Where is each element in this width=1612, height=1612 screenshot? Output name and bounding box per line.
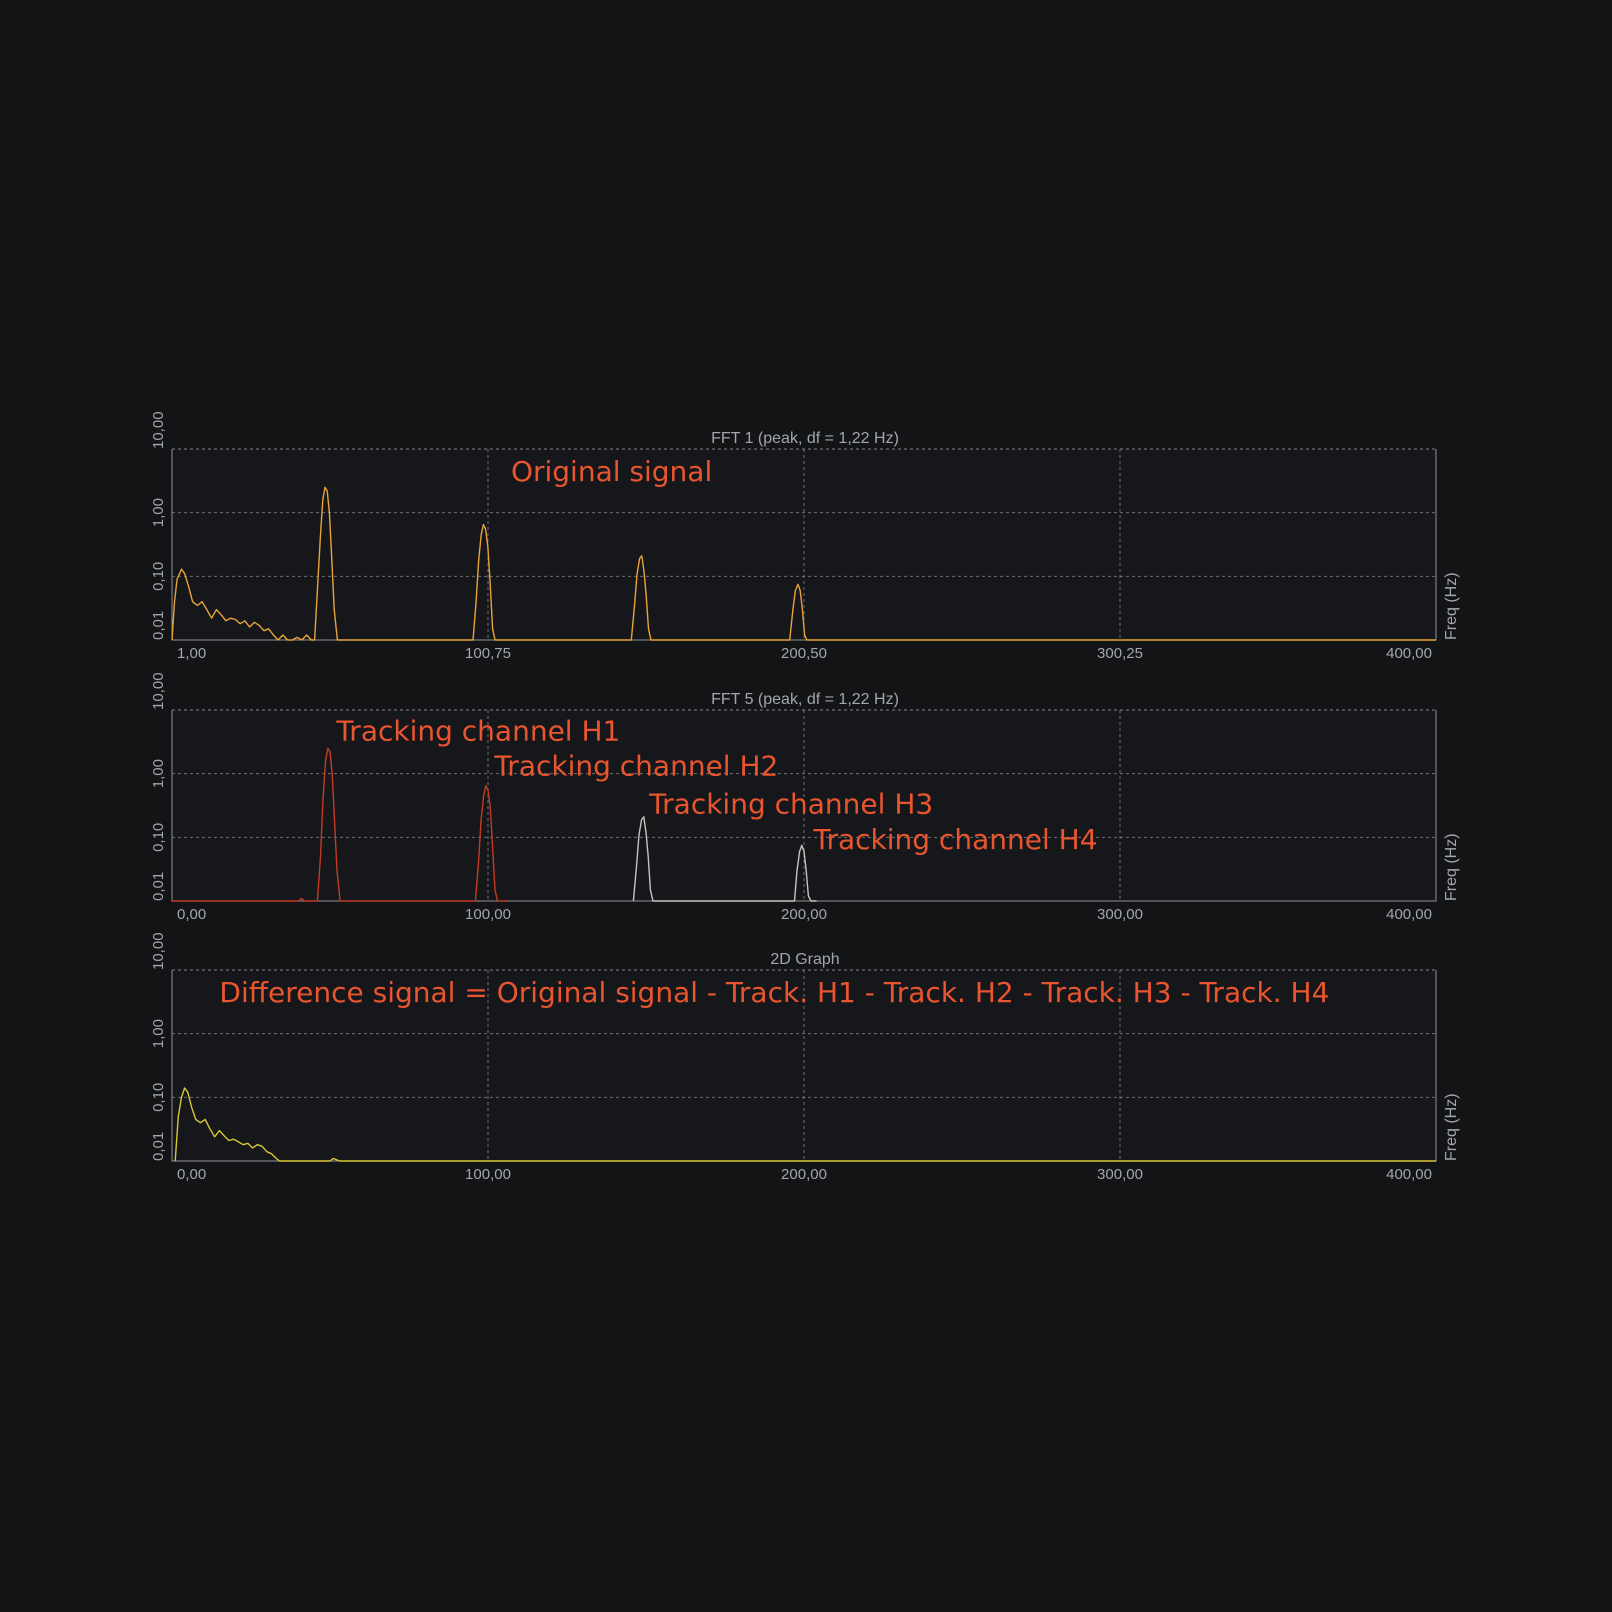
y-tick-label: 0,10 bbox=[150, 1083, 167, 1112]
charts-canvas: FFT 1 (peak, df = 1,22 Hz) 0,01 0,10 1,00 10… bbox=[150, 411, 1460, 1183]
y-tick-label: 1,00 bbox=[150, 759, 167, 788]
x-tick-label: 100,00 bbox=[465, 906, 511, 923]
chart-title: FFT 5 (peak, df = 1,22 Hz) bbox=[711, 691, 899, 708]
x-tick-label: 1,00 bbox=[177, 645, 206, 662]
x-tick-label: 0,00 bbox=[177, 906, 206, 923]
x-tick-label: 300,00 bbox=[1097, 906, 1143, 923]
annotation-label: Tracking channel H4 bbox=[812, 823, 1097, 856]
y-tick-label: 10,00 bbox=[150, 411, 167, 449]
x-tick-label: 400,00 bbox=[1386, 906, 1432, 923]
y-tick-label: 0,01 bbox=[150, 611, 167, 640]
x-tick-label: 200,50 bbox=[781, 645, 827, 662]
chart-panel-1: FFT 1 (peak, df = 1,22 Hz) 0,01 0,10 1,00 10… bbox=[150, 411, 1460, 662]
x-tick-label: 200,00 bbox=[781, 1166, 827, 1183]
chart-title: 2D Graph bbox=[770, 951, 839, 968]
x-tick-label: 400,00 bbox=[1386, 1166, 1432, 1183]
annotation-label: Original signal bbox=[511, 455, 712, 488]
x-tick-label: 200,00 bbox=[781, 906, 827, 923]
x-tick-label: 100,00 bbox=[465, 1166, 511, 1183]
y-tick-label: 0,01 bbox=[150, 1132, 167, 1161]
y-tick-label: 0,01 bbox=[150, 872, 167, 901]
chart-panel-3: 2D Graph 0,01 0,10 1,00 10,00 0,00 100,00 200,0… bbox=[150, 932, 1460, 1183]
x-tick-label: 100,75 bbox=[465, 645, 511, 662]
annotation-label: Difference signal = Original signal - Tr… bbox=[219, 976, 1329, 1009]
y-tick-label: 0,10 bbox=[150, 562, 167, 591]
chart-title: FFT 1 (peak, df = 1,22 Hz) bbox=[711, 430, 899, 447]
y-tick-label: 0,10 bbox=[150, 823, 167, 852]
x-tick-label: 300,00 bbox=[1097, 1166, 1143, 1183]
y-axis-label: Freq (Hz) bbox=[1443, 833, 1460, 901]
y-tick-label: 1,00 bbox=[150, 498, 167, 527]
y-axis-label: Freq (Hz) bbox=[1443, 1093, 1460, 1161]
y-tick-label: 10,00 bbox=[150, 932, 167, 970]
y-axis-label: Freq (Hz) bbox=[1443, 572, 1460, 640]
y-tick-label: 1,00 bbox=[150, 1019, 167, 1048]
annotation-label: Tracking channel H2 bbox=[493, 749, 778, 782]
chart-panel-2: FFT 5 (peak, df = 1,22 Hz) 0,01 0,10 1,00 10… bbox=[150, 672, 1460, 923]
y-tick-label: 10,00 bbox=[150, 672, 167, 710]
stage: FFT 1 (peak, df = 1,22 Hz) 0,01 0,10 1,00 10… bbox=[0, 0, 1612, 1612]
annotation-label: Tracking channel H3 bbox=[648, 787, 933, 820]
x-tick-label: 400,00 bbox=[1386, 645, 1432, 662]
annotation-label: Tracking channel H1 bbox=[335, 714, 620, 747]
x-tick-label: 0,00 bbox=[177, 1166, 206, 1183]
x-tick-label: 300,25 bbox=[1097, 645, 1143, 662]
